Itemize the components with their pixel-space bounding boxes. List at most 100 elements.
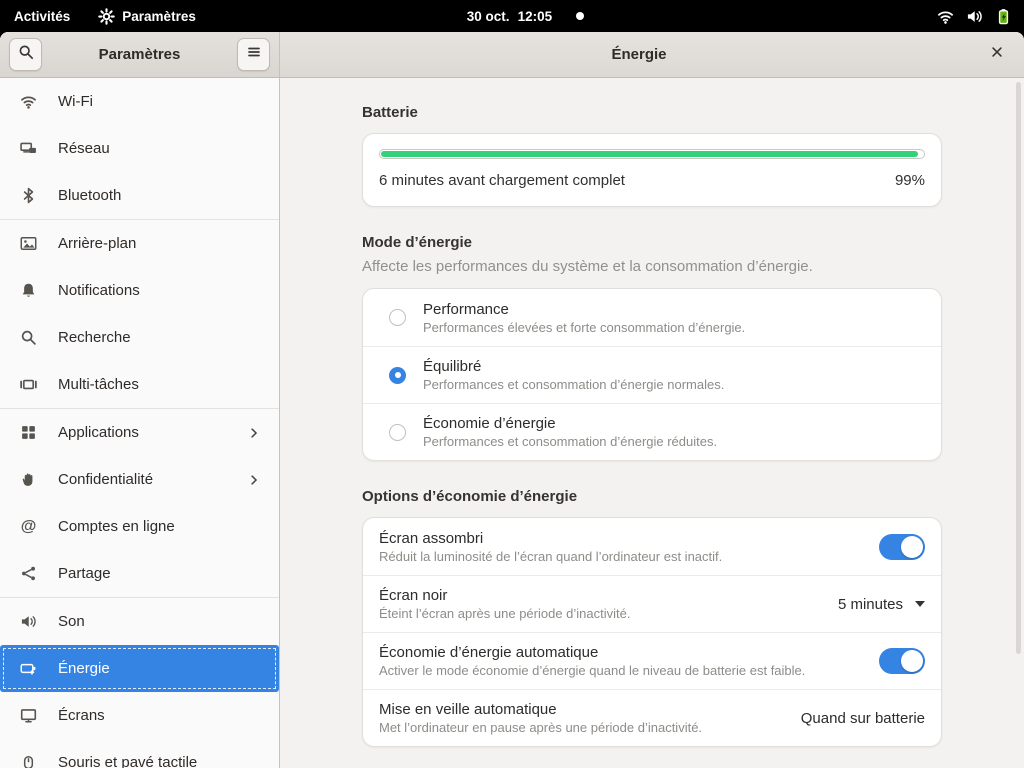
system-status-area[interactable]: [937, 0, 1024, 32]
dim-screen-toggle[interactable]: [879, 534, 925, 560]
sidebar-item-label: Souris et pavé tactile: [58, 754, 197, 768]
background-image-icon: [20, 235, 37, 252]
option-title: Performance: [423, 301, 925, 318]
chevron-down-icon: [915, 601, 925, 607]
radio-button[interactable]: [389, 309, 406, 326]
automatic-power-saver-row: Économie d’énergie automatique Activer l…: [363, 632, 941, 689]
chevron-right-icon: [247, 473, 261, 487]
sidebar-item-mouse-touchpad[interactable]: Souris et pavé tactile: [0, 739, 279, 768]
sidebar-item-sharing[interactable]: Partage: [0, 550, 279, 597]
sidebar-item-bluetooth[interactable]: Bluetooth: [0, 172, 279, 219]
search-icon: [18, 44, 34, 65]
row-desc: Éteint l’écran après une période d’inact…: [379, 606, 838, 621]
sidebar-item-network[interactable]: Réseau: [0, 125, 279, 172]
radio-button[interactable]: [389, 367, 406, 384]
option-desc: Performances et consommation d’énergie r…: [423, 434, 925, 449]
sidebar-item-background[interactable]: Arrière-plan: [0, 220, 279, 267]
radio-button[interactable]: [389, 424, 406, 441]
search-button[interactable]: [9, 38, 42, 71]
close-button[interactable]: [984, 42, 1010, 68]
battery-status-text: 6 minutes avant chargement complet: [379, 172, 625, 189]
share-icon: [20, 565, 37, 582]
battery-icon: [20, 660, 37, 677]
toggle-knob: [901, 650, 923, 672]
sidebar-header: Paramètres: [0, 32, 279, 78]
mouse-icon: [20, 754, 37, 768]
option-desc: Performances élevées et forte consommati…: [423, 320, 925, 335]
power-mode-option-power-saver[interactable]: Économie d’énergie Performances et conso…: [363, 403, 941, 460]
sidebar: Paramètres Wi-Fi Réseau Bluetooth: [0, 32, 280, 768]
sidebar-item-privacy[interactable]: Confidentialité: [0, 456, 279, 503]
hand-icon: [20, 471, 37, 488]
automatic-power-saver-toggle[interactable]: [879, 648, 925, 674]
battery-progress-bar: [379, 149, 925, 159]
power-settings-content: Batterie 6 minutes avant chargement comp…: [280, 78, 1024, 768]
battery-charging-icon: [995, 8, 1012, 25]
main-header: Énergie: [280, 32, 1024, 78]
automatic-suspend-row[interactable]: Mise en veille automatique Met l’ordinat…: [363, 689, 941, 746]
volume-icon: [966, 8, 983, 25]
row-title: Économie d’énergie automatique: [379, 644, 879, 661]
sidebar-item-label: Son: [58, 613, 85, 630]
apps-grid-icon: [20, 424, 37, 441]
sidebar-item-label: Multi-tâches: [58, 376, 139, 393]
dropdown-value: 5 minutes: [838, 596, 903, 613]
main-menu-button[interactable]: [237, 38, 270, 71]
sidebar-item-power[interactable]: Énergie: [0, 645, 279, 692]
sidebar-item-wifi[interactable]: Wi-Fi: [0, 78, 279, 125]
sidebar-item-search[interactable]: Recherche: [0, 314, 279, 361]
power-mode-option-performance[interactable]: Performance Performances élevées et fort…: [363, 289, 941, 346]
sidebar-item-label: Comptes en ligne: [58, 518, 175, 535]
sidebar-item-label: Partage: [58, 565, 111, 582]
option-desc: Performances et consommation d’énergie n…: [423, 377, 925, 392]
sidebar-item-online-accounts[interactable]: @ Comptes en ligne: [0, 503, 279, 550]
sidebar-item-label: Applications: [58, 424, 139, 441]
sidebar-item-multitasking[interactable]: Multi-tâches: [0, 361, 279, 408]
power-mode-card: Performance Performances élevées et fort…: [362, 288, 942, 461]
power-saving-card: Écran assombri Réduit la luminosité de l…: [362, 517, 942, 747]
hamburger-menu-icon: [246, 44, 262, 65]
activities-button[interactable]: Activités: [0, 0, 84, 32]
focused-app-indicator[interactable]: Paramètres: [84, 0, 210, 32]
battery-progress-fill: [381, 151, 918, 157]
sidebar-item-label: Confidentialité: [58, 471, 153, 488]
sidebar-item-notifications[interactable]: Notifications: [0, 267, 279, 314]
top-bar: Activités Paramètres 30 oct. 12:05: [0, 0, 1024, 32]
sidebar-item-label: Notifications: [58, 282, 140, 299]
option-title: Économie d’énergie: [423, 415, 925, 432]
power-saving-section-label: Options d’économie d’énergie: [362, 488, 942, 505]
blank-screen-dropdown[interactable]: 5 minutes: [838, 596, 925, 613]
sidebar-item-label: Recherche: [58, 329, 131, 346]
sidebar-item-sound[interactable]: Son: [0, 598, 279, 645]
clock-date: 30 oct.: [467, 9, 510, 24]
power-mode-subtitle: Affecte les performances du système et l…: [362, 258, 942, 275]
recording-dot-indicator: [576, 12, 584, 20]
battery-percent: 99%: [895, 172, 925, 189]
bell-icon: [20, 282, 37, 299]
sidebar-item-applications[interactable]: Applications: [0, 409, 279, 456]
toggle-knob: [901, 536, 923, 558]
sidebar-item-label: Wi-Fi: [58, 93, 93, 110]
sidebar-item-label: Arrière-plan: [58, 235, 136, 252]
focused-app-label: Paramètres: [122, 9, 196, 24]
display-icon: [20, 707, 37, 724]
row-desc: Met l’ordinateur en pause après une péri…: [379, 720, 801, 735]
sidebar-item-displays[interactable]: Écrans: [0, 692, 279, 739]
option-title: Équilibré: [423, 358, 925, 375]
clock[interactable]: 30 oct. 12:05: [467, 9, 552, 24]
sidebar-list: Wi-Fi Réseau Bluetooth Arrière-plan Noti…: [0, 78, 279, 768]
wifi-icon: [937, 8, 954, 25]
main-panel: Énergie Batterie 6 minutes avant chargem…: [280, 32, 1024, 768]
power-mode-option-balanced[interactable]: Équilibré Performances et consommation d…: [363, 346, 941, 403]
battery-card: 6 minutes avant chargement complet 99%: [362, 133, 942, 207]
sidebar-item-label: Réseau: [58, 140, 110, 157]
scrollbar-thumb[interactable]: [1016, 82, 1021, 654]
clock-time: 12:05: [518, 9, 553, 24]
search-icon: [20, 329, 37, 346]
blank-screen-row[interactable]: Écran noir Éteint l’écran après une péri…: [363, 575, 941, 632]
multitasking-icon: [20, 376, 37, 393]
gear-icon: [98, 8, 115, 25]
wifi-icon: [20, 93, 37, 110]
sidebar-item-label: Écrans: [58, 707, 105, 724]
row-title: Écran noir: [379, 587, 838, 604]
